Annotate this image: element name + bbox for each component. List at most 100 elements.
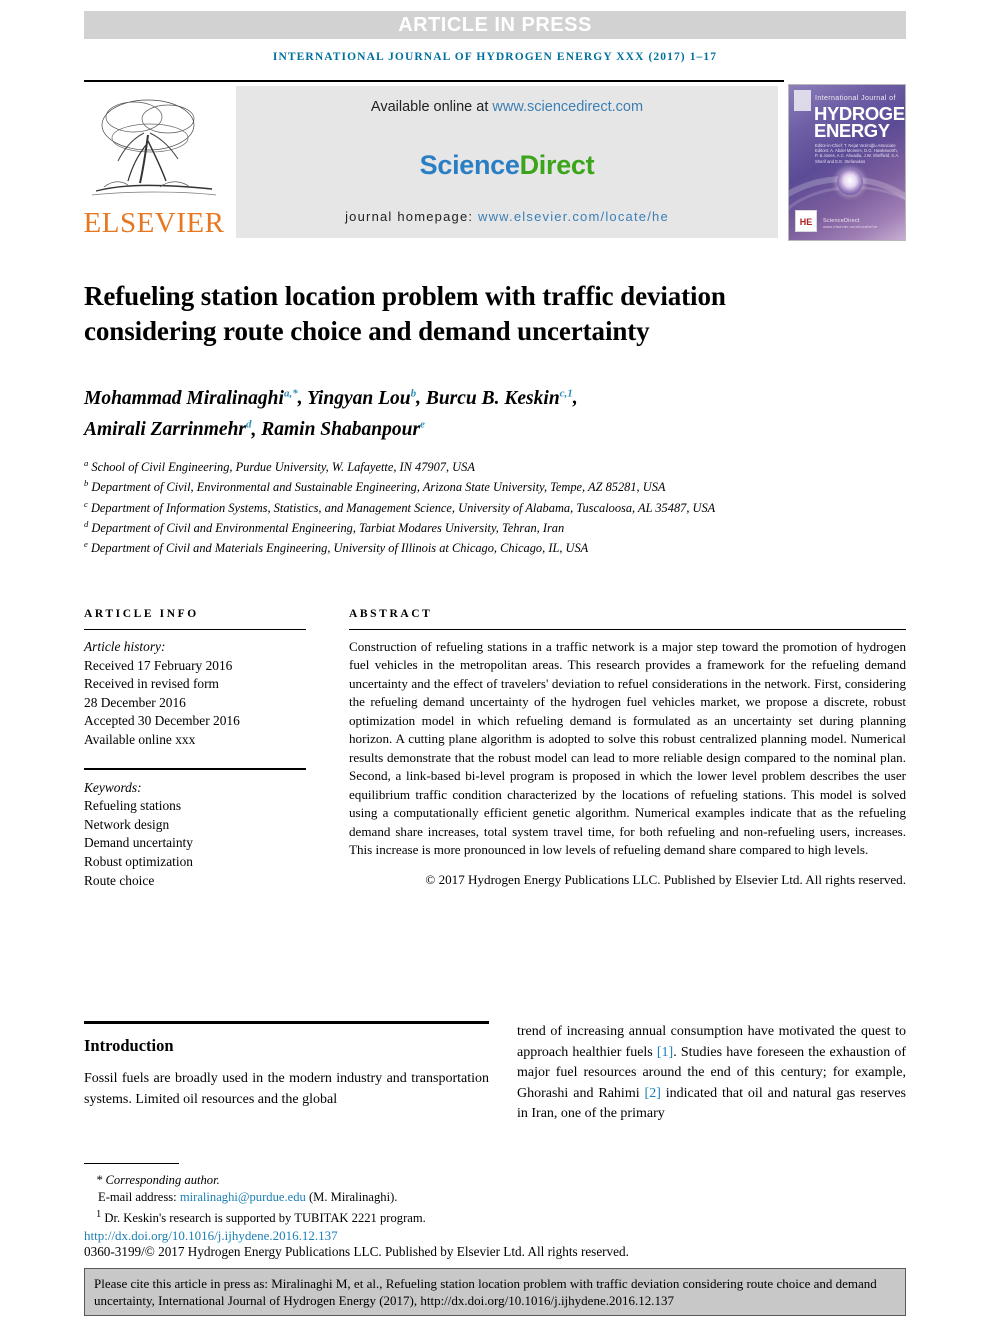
author-entry[interactable]: Ramin Shabanpoure — [261, 419, 425, 441]
affiliation-list: a School of Civil Engineering, Purdue Un… — [84, 455, 884, 557]
affiliation-mark: b — [84, 478, 89, 489]
keyword-item[interactable]: Network design — [84, 816, 306, 835]
cover-title-line2: ENERGY — [814, 120, 890, 141]
affiliation-text: Department of Information Systems, Stati… — [90, 500, 716, 515]
author-name: Burcu B. Keskin — [425, 387, 560, 409]
affiliation-item: a School of Civil Engineering, Purdue Un… — [84, 455, 884, 475]
article-history-item: Accepted 30 December 2016 — [84, 713, 240, 729]
sciencedirect-logo-direct: Direct — [519, 149, 595, 180]
affiliation-item: b Department of Civil, Environmental and… — [84, 475, 884, 495]
footnote-note-1-text: Dr. Keskin's research is supported by TU… — [101, 1211, 426, 1226]
abstract-heading: ABSTRACT — [349, 608, 433, 620]
cover-sciencedirect-mark: ScienceDirect www.elsevier.com/locate/he — [823, 218, 877, 229]
cite-this-article-box: Please cite this article in press as: Mi… — [84, 1268, 906, 1316]
elsevier-logo: ELSEVIER — [84, 86, 224, 238]
article-info-heading: ARTICLE INFO — [84, 608, 199, 620]
footnote-rule — [84, 1163, 179, 1164]
keyword-item[interactable]: Robust optimization — [84, 853, 306, 872]
author-separator: , — [572, 387, 578, 409]
cover-editors: Editor-in-Chief: T. Nejat Veziroğlu Asso… — [815, 143, 900, 164]
affiliation-mark: d — [84, 518, 89, 529]
journal-homepage-url[interactable]: www.elsevier.com/locate/he — [478, 209, 669, 224]
affiliation-item: d Department of Civil and Environmental … — [84, 516, 884, 536]
author-affil-mark: a,* — [283, 387, 298, 399]
abstract-rule — [349, 629, 906, 630]
journal-homepage-prefix: journal homepage: — [345, 209, 478, 224]
introduction-heading: Introduction — [84, 1036, 174, 1055]
introduction-rule — [84, 1021, 489, 1024]
author-entry[interactable]: Yingyan Loub — [307, 387, 416, 409]
author-name: Amirali Zarrinmehr — [84, 419, 246, 440]
abstract-body: Construction of refueling stations in a … — [349, 639, 906, 857]
cover-ring-graphic — [837, 169, 863, 195]
article-info-column: ARTICLE INFO Article history: Received 1… — [84, 608, 306, 890]
article-history-item: Received in revised form — [84, 676, 219, 692]
footnote-corresponding-author: * Corresponding author. — [96, 1173, 220, 1187]
abstract-copyright: © 2017 Hydrogen Energy Publications LLC.… — [425, 872, 906, 888]
cover-sd-subtext: www.elsevier.com/locate/he — [823, 224, 878, 229]
sciencedirect-banner: Available online at www.sciencedirect.co… — [236, 86, 778, 238]
footnote-note-1: 1 Dr. Keskin's research is supported by … — [84, 1206, 784, 1227]
affiliation-item: c Department of Information Systems, Sta… — [84, 496, 884, 516]
footnote-email-link[interactable]: miralinaghi@purdue.edu — [180, 1190, 306, 1204]
article-history-item: Received 17 February 2016 — [84, 657, 233, 673]
available-online-line: Available online at www.sciencedirect.co… — [236, 99, 778, 115]
article-in-press-banner: ARTICLE IN PRESS — [84, 11, 906, 39]
author-entry[interactable]: Amirali Zarrinmehrd — [84, 419, 252, 441]
available-online-prefix: Available online at — [370, 99, 493, 115]
citation-reference-2[interactable]: [2] — [645, 1086, 661, 1101]
affiliation-text: Department of Civil and Environmental En… — [91, 521, 565, 536]
author-list: Mohammad Miralinaghia,*, Yingyan Loub, B… — [84, 380, 844, 443]
header-divider — [84, 80, 784, 82]
affiliation-text: Department of Civil and Materials Engine… — [90, 541, 589, 556]
elsevier-tree-icon — [91, 99, 217, 196]
sciencedirect-logo-science: Science — [419, 149, 520, 180]
introduction-column-1: Fossil fuels are broadly used in the mod… — [84, 1071, 489, 1107]
cover-he-mark: HE — [795, 210, 817, 232]
article-history: Article history: Received 17 February 20… — [84, 638, 306, 750]
citation-reference-1[interactable]: [1] — [657, 1045, 673, 1060]
keyword-item[interactable]: Refueling stations — [84, 797, 306, 816]
affiliation-mark: e — [84, 539, 88, 550]
affiliation-item: e Department of Civil and Materials Engi… — [84, 536, 884, 556]
article-history-item: 28 December 2016 — [84, 694, 186, 710]
author-name: Ramin Shabanpour — [261, 419, 421, 440]
keyword-item[interactable]: Demand uncertainty — [84, 834, 306, 853]
abstract-column: ABSTRACT Construction of refueling stati… — [349, 608, 906, 890]
author-name: Mohammad Miralinaghi — [84, 387, 284, 409]
cite-this-article-text: Please cite this article in press as: Mi… — [94, 1276, 877, 1308]
page-title: Refueling station location problem with … — [84, 281, 726, 347]
journal-volume-line: INTERNATIONAL JOURNAL OF HYDROGEN ENERGY… — [272, 51, 718, 63]
article-history-item: Available online xxx — [84, 731, 196, 747]
doi-link[interactable]: http://dx.doi.org/10.1016/j.ijhydene.201… — [84, 1228, 338, 1244]
introduction-column-2: trend of increasing annual consumption h… — [517, 1022, 906, 1125]
journal-cover-image: International Journal of HYDROGEN ENERGY… — [788, 84, 906, 241]
affiliation-text: School of Civil Engineering, Purdue Univ… — [91, 460, 475, 475]
sciencedirect-url[interactable]: www.sciencedirect.com — [492, 99, 643, 115]
cover-publisher-mark — [794, 90, 811, 111]
footnote-email-label: E-mail address: — [98, 1190, 180, 1205]
keywords-rule — [84, 767, 306, 770]
keywords-list: Keywords: Refueling stations Network des… — [84, 779, 306, 891]
footnote-email-suffix: (M. Miralinaghi). — [305, 1190, 398, 1205]
affiliation-text: Department of Civil, Environmental and S… — [91, 480, 666, 495]
author-entry[interactable]: Burcu B. Keskinc,1 — [425, 387, 573, 409]
author-entry[interactable]: Mohammad Miralinaghia,* — [84, 387, 298, 409]
author-name: Yingyan Lou — [307, 387, 411, 409]
journal-homepage-line: journal homepage: www.elsevier.com/locat… — [236, 209, 778, 224]
keywords-label: Keywords: — [84, 779, 142, 795]
keyword-item[interactable]: Route choice — [84, 872, 306, 891]
article-in-press-label: ARTICLE IN PRESS — [398, 13, 592, 36]
footnote-corresponding-text: Corresponding author. — [105, 1173, 220, 1187]
cover-title: HYDROGEN ENERGY — [814, 104, 905, 141]
sciencedirect-logo[interactable]: ScienceDirect — [236, 150, 778, 181]
author-separator: , — [297, 387, 308, 409]
affiliation-mark: a — [84, 458, 89, 468]
article-history-label: Article history: — [84, 639, 166, 654]
cover-kicker: International Journal of — [815, 95, 896, 102]
author-separator: , — [416, 387, 426, 409]
footnote-block: * Corresponding author. E-mail address: … — [84, 1172, 784, 1228]
footnote-email: E-mail address: miralinaghi@purdue.edu (… — [84, 1189, 784, 1206]
author-separator: , — [251, 419, 262, 440]
author-affil-mark: c,1 — [559, 387, 573, 399]
